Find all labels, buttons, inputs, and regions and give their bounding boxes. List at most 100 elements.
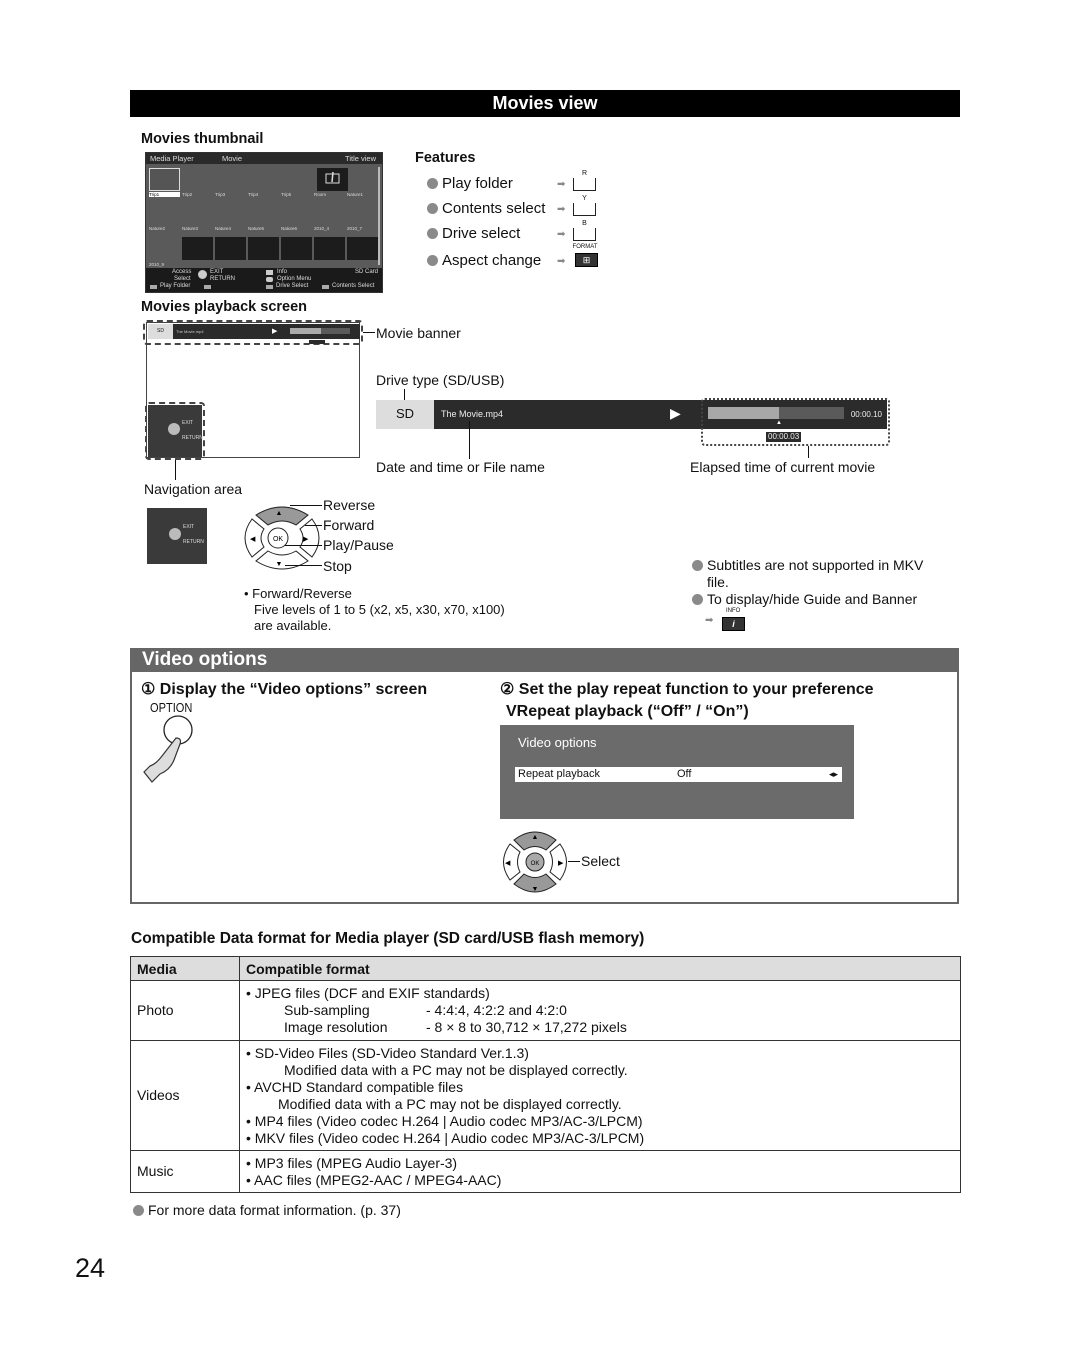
app-name: Media Player — [150, 154, 194, 163]
note-title-text: Forward/Reverse — [252, 586, 352, 601]
file-name: The Movie.mp4 — [441, 409, 504, 419]
blue-key-button[interactable] — [573, 228, 596, 241]
nav-return: RETURN — [183, 539, 204, 545]
format-cell: • SD-Video Files (SD-Video Standard Ver.… — [239, 1040, 961, 1151]
select-label: Select — [581, 853, 620, 869]
navigation-panel-copy: EXIT RETURN — [147, 508, 207, 564]
bullet-icon — [692, 560, 703, 571]
leader-line — [363, 332, 375, 333]
thumbnail-cell[interactable] — [215, 237, 246, 260]
repeat-playback-row[interactable]: Repeat playback Off ◂▸ — [515, 767, 842, 782]
contents-select-label: Contents Select — [332, 283, 375, 289]
leader-line — [290, 505, 322, 506]
spec-value: - 8 × 8 to 30,712 × 17,272 pixels — [426, 1019, 627, 1035]
elapsed-highlight — [701, 398, 890, 446]
info-key-button[interactable]: i — [722, 617, 745, 631]
format-line: • MP4 files (Video codec H.264 | Audio c… — [246, 1112, 643, 1129]
reverse-label: Reverse — [323, 497, 376, 513]
red-key-button[interactable] — [573, 178, 596, 191]
feature-label: Contents select — [442, 200, 546, 217]
arrow-right-icon: ➡ — [705, 615, 714, 626]
date-label: Date and time or File name — [376, 459, 545, 475]
navigation-area-label: Navigation area — [144, 481, 243, 497]
thumb-label: Nature2 — [149, 226, 166, 231]
drive-label: SD Card — [354, 269, 378, 275]
features-heading: Features — [415, 150, 476, 166]
feature-item: Aspect change — [427, 252, 541, 269]
key-label: B — [582, 220, 587, 227]
bullet-icon — [427, 178, 438, 189]
format-line: • JPEG files (DCF and EXIF standards) — [246, 985, 490, 1001]
thumbnail-selected[interactable] — [149, 168, 180, 191]
thumbnail-topbar: Media Player Movie Title view — [146, 153, 382, 164]
thumb-label: Trip2 — [182, 192, 193, 197]
hand-press-option-icon[interactable] — [140, 712, 200, 787]
yellow-key-button[interactable] — [573, 203, 596, 216]
table-row: Photo • JPEG files (DCF and EXIF standar… — [130, 980, 961, 1041]
right-arrow-icon: ▶ — [303, 536, 309, 543]
spec-value: - 4:4:4, 4:2:2 and 4:2:0 — [426, 1002, 567, 1018]
bullet-icon — [133, 1205, 144, 1216]
arrow-right-icon: ➡ — [557, 256, 566, 267]
section-header-movies-view: Movies view — [130, 90, 960, 117]
up-arrow-icon: ▲ — [276, 510, 283, 517]
mode-name: Movie — [222, 154, 243, 163]
table-row: Music • MP3 files (MPEG Audio Layer-3) •… — [130, 1150, 961, 1193]
note-guide: To display/hide Guide and Banner — [707, 591, 918, 607]
thumbnail-cell[interactable] — [347, 237, 378, 260]
nav-exit: EXIT — [183, 524, 195, 530]
step2-heading: ② Set the play repeat function to your p… — [500, 681, 874, 698]
format-key-button[interactable]: ⊞ — [575, 253, 598, 267]
feature-label: Play folder — [442, 175, 513, 192]
feature-item: Play folder — [427, 175, 513, 192]
media-cell: Videos — [130, 1040, 240, 1151]
stop-label: Stop — [323, 558, 352, 574]
thumb-label: 2010_9 — [149, 262, 165, 267]
play-pause-label: Play/Pause — [323, 537, 394, 553]
format-cell: • MP3 files (MPEG Audio Layer-3) • AAC f… — [239, 1150, 961, 1193]
thumb-label: Trip1 — [149, 192, 180, 197]
left-arrow-icon: ◀ — [250, 536, 256, 543]
format-cell: • JPEG files (DCF and EXIF standards) Su… — [239, 980, 961, 1041]
playback-heading: Movies playback screen — [141, 299, 308, 315]
movie-banner-label: Movie banner — [376, 325, 461, 341]
thumb-label: Trip5 — [281, 192, 292, 197]
up-arrow-icon: ▲ — [532, 834, 539, 841]
thumb-label: Nature3 — [182, 226, 199, 231]
thumbnail-cell[interactable] — [248, 237, 279, 260]
scrollbar[interactable] — [378, 167, 380, 265]
row-value: Off — [677, 768, 692, 780]
thumbnail-cell[interactable] — [281, 237, 312, 260]
thumb-label: Nature1 — [347, 192, 364, 197]
thumbnail-cell[interactable] — [182, 237, 213, 260]
forward-label: Forward — [323, 517, 375, 533]
thumb-label: Nature5 — [248, 226, 265, 231]
thumbnail-cell[interactable] — [314, 237, 345, 260]
format-line: • MKV files (Video codec H.264 | Audio c… — [246, 1129, 645, 1146]
spec-key: Image resolution — [284, 1019, 388, 1035]
down-arrow-icon: ▼ — [276, 561, 283, 568]
note-subtitles-cont: file. — [707, 574, 729, 590]
thumb-label: Nature6 — [281, 226, 298, 231]
feature-label: Aspect change — [442, 252, 542, 269]
arrow-right-icon: ➡ — [557, 179, 566, 190]
dpad-icon — [169, 528, 181, 540]
key-label: FORMAT — [572, 244, 598, 250]
format-line: • SD-Video Files (SD-Video Standard Ver.… — [246, 1044, 529, 1061]
dpad-icon — [198, 270, 207, 279]
footnote-text: For more data format information. (p. 37… — [148, 1202, 401, 1218]
media-cell: Music — [130, 1150, 240, 1193]
ok-label: OK — [273, 536, 283, 543]
leader-line — [568, 861, 580, 862]
leader-line — [285, 545, 322, 546]
feature-label: Drive select — [442, 225, 521, 242]
row-label: Repeat playback — [518, 768, 600, 780]
format-line: Sub-sampling - 4:4:4, 4:2:2 and 4:2:0 — [246, 1002, 954, 1019]
feature-item: Drive select — [427, 225, 520, 242]
info-label: Info — [277, 269, 288, 275]
thumbnail-room[interactable] — [317, 168, 348, 191]
left-arrow-icon: ◀ — [505, 860, 511, 867]
thumb-label: Trip4 — [248, 192, 259, 197]
forward-reverse-note: • Forward/Reverse Five levels of 1 to 5 … — [244, 586, 505, 634]
repeat-playback-subheading: VRepeat playback (“Off” / “On”) — [506, 703, 749, 720]
